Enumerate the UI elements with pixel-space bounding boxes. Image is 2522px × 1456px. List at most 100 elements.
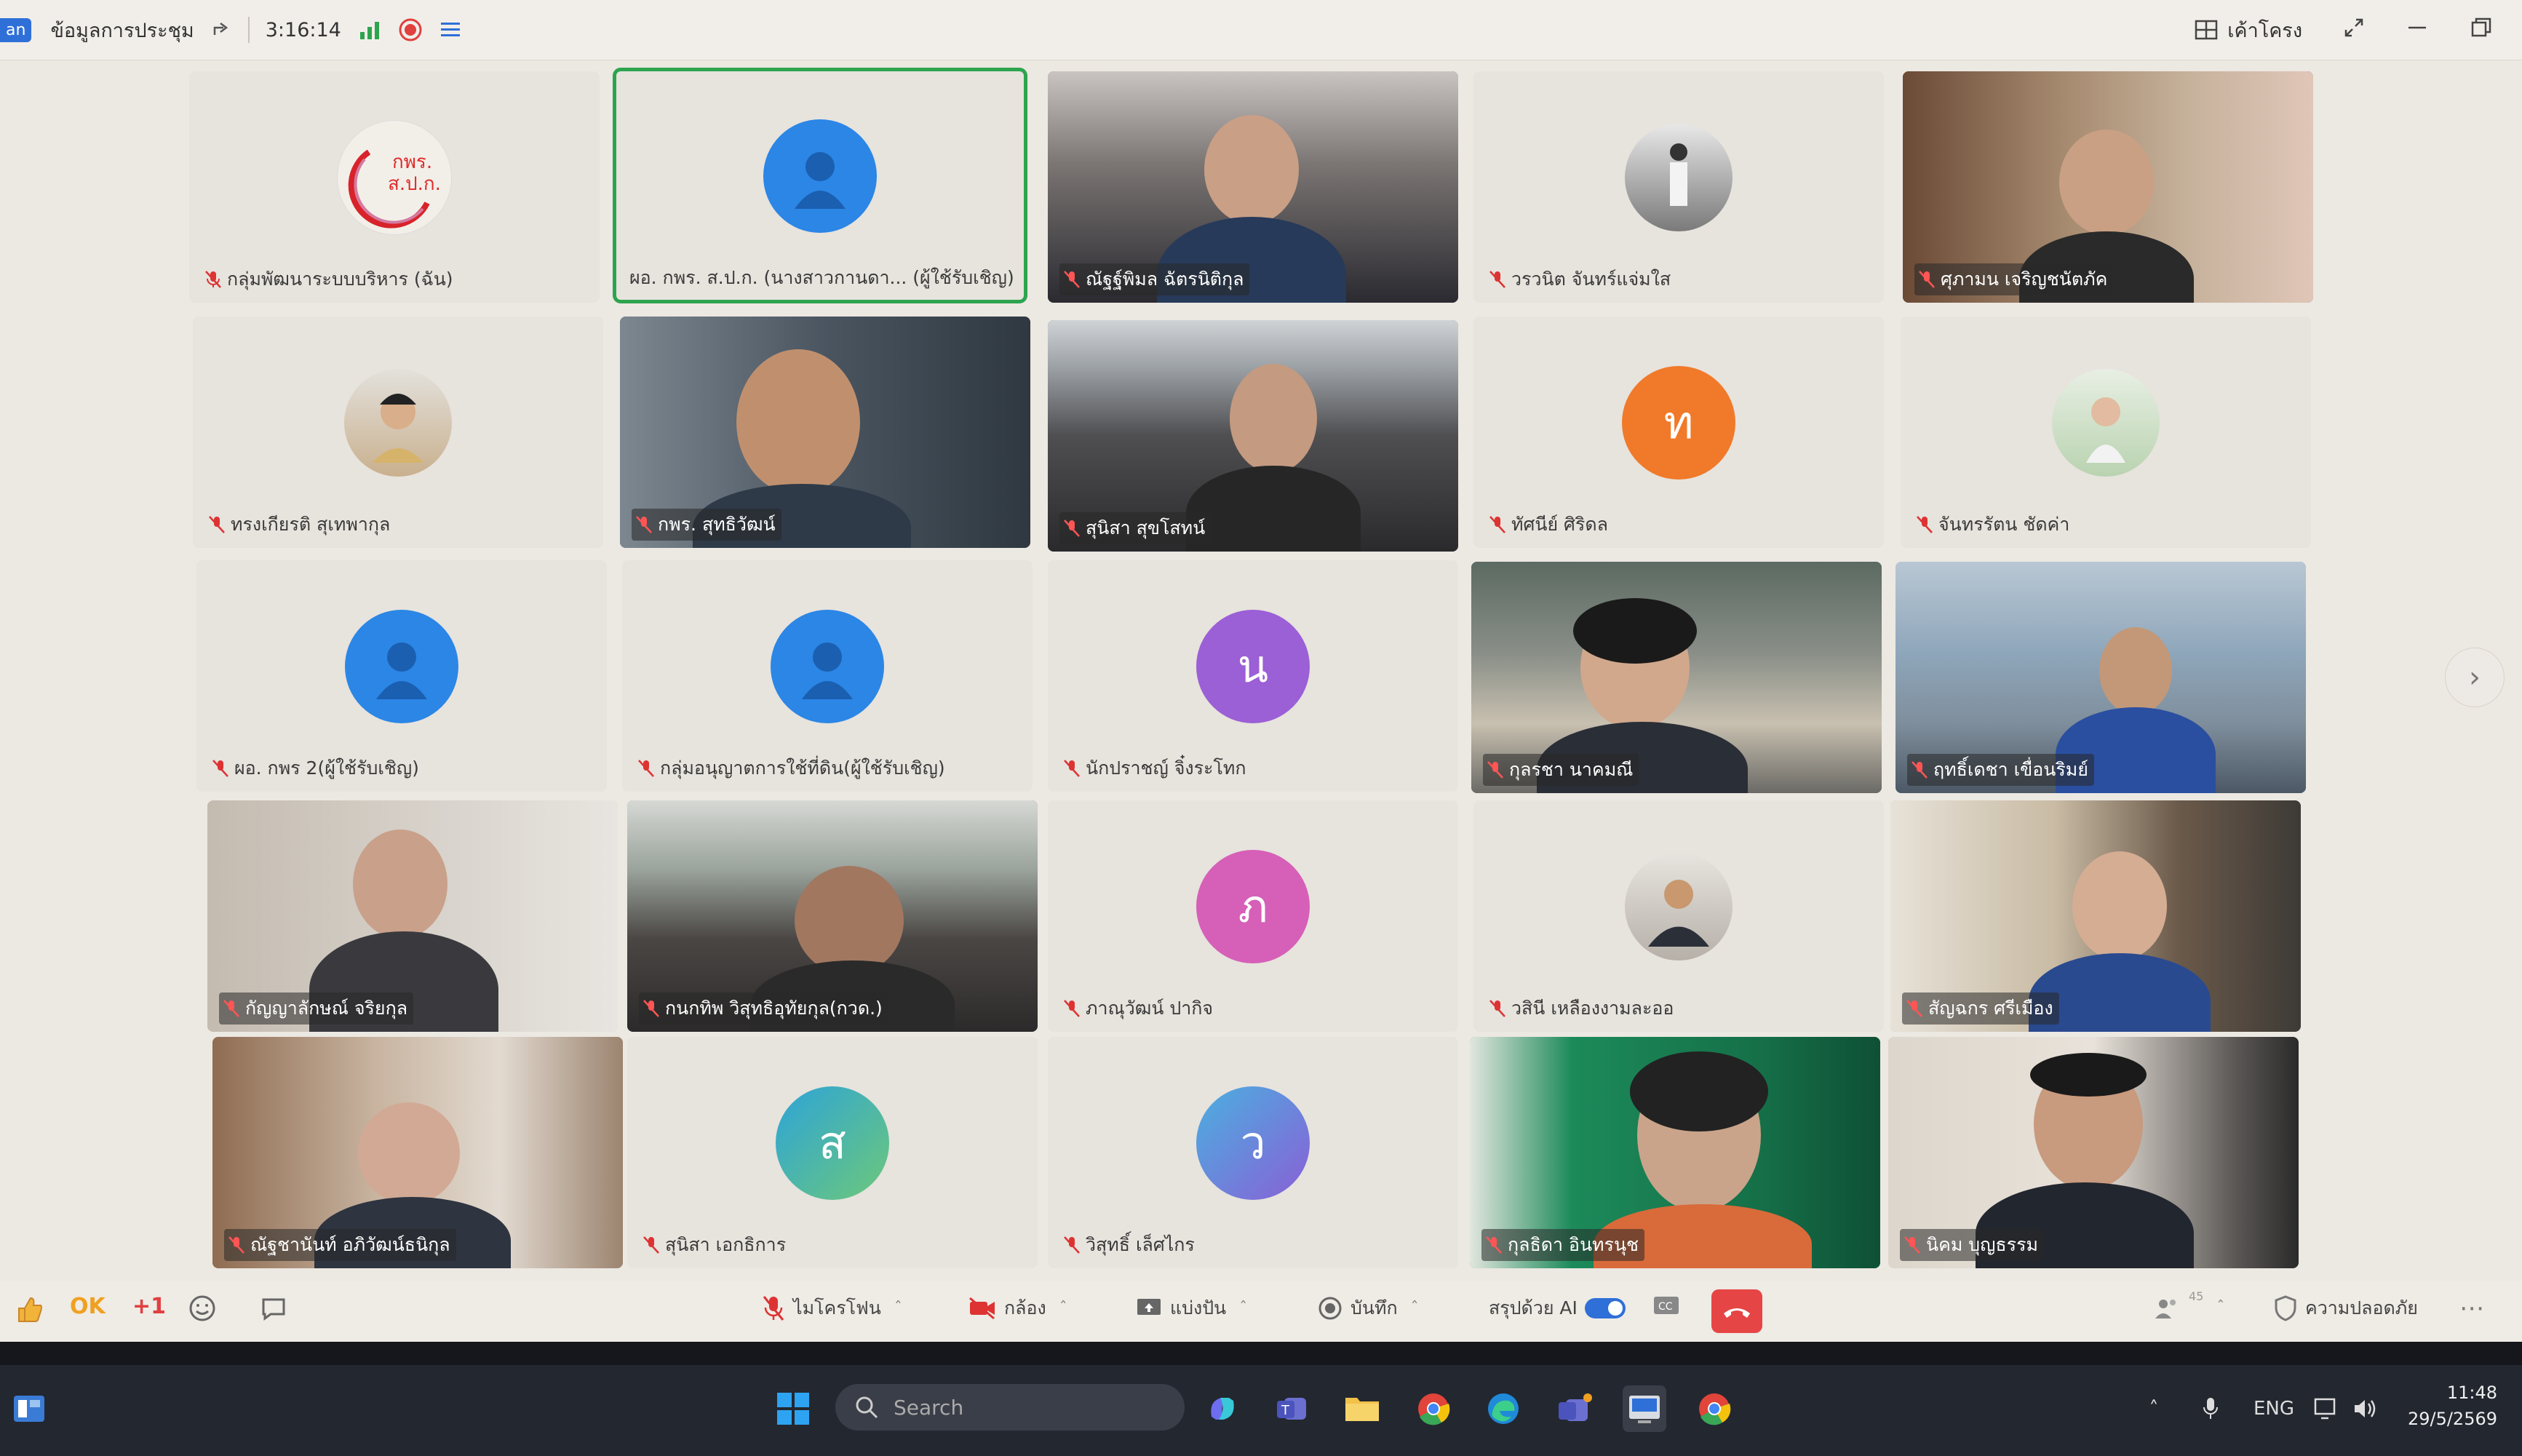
microphone-icon[interactable]: [2196, 1385, 2225, 1432]
participant-tile[interactable]: วรวนิต จันทร์แจ่มใส: [1473, 71, 1884, 303]
monitor-bezel: [0, 1342, 2522, 1365]
chrome-profile-icon[interactable]: [1692, 1385, 1736, 1432]
participant-name: กุลรชา นาคมณี: [1483, 754, 1639, 786]
taskbar-search-box[interactable]: Search: [835, 1384, 1185, 1431]
network-icon[interactable]: [2312, 1385, 2342, 1432]
record-label: บันทึก: [1350, 1297, 1398, 1318]
organization-logo: กพร. ส.ป.ก.: [337, 120, 452, 236]
participant-tile[interactable]: จันทรรัตน ชัดค่า: [1901, 317, 2311, 548]
logo-text-1: กพร.: [392, 151, 432, 173]
more-options-icon[interactable]: ⋯: [2459, 1294, 2484, 1323]
participant-tile[interactable]: น นักปราชญ์ จิ๋งระโทก: [1048, 560, 1458, 792]
search-placeholder: Search: [894, 1395, 964, 1420]
video-grid: กพร. ส.ป.ก. กลุ่มพัฒนาระบบบริหาร (ฉัน) ผ…: [0, 0, 2522, 1281]
participant-tile[interactable]: กัญญาลักษณ์ จริยกุล: [207, 800, 618, 1032]
chevron-up-icon[interactable]: ˆ: [894, 1300, 902, 1318]
windows-start-icon[interactable]: [771, 1385, 815, 1432]
muted-mic-icon: [1489, 516, 1505, 533]
end-call-button[interactable]: [1711, 1289, 1762, 1333]
participant-tile[interactable]: ท ทัศนีย์ ศิริดล: [1473, 317, 1884, 548]
participant-name: สัญฉกร ศรีเมือง: [1902, 992, 2059, 1025]
muted-mic-icon: [1912, 761, 1928, 779]
windows-taskbar: Search T ˄ ENG 11:48 29/5/2569: [0, 1365, 2522, 1456]
participant-name-text: กัญญาลักษณ์ จริยกุล: [245, 998, 408, 1019]
ai-summary-toggle[interactable]: สรุปด้วย AI: [1489, 1294, 1626, 1323]
participant-name-text: วสินี เหลืองงามละออ: [1511, 998, 1674, 1019]
microphone-button[interactable]: ไมโครโฟน ˆ: [761, 1294, 902, 1323]
thumbs-up-reaction-button[interactable]: [13, 1294, 45, 1326]
participant-tile[interactable]: นิคม บุญธรรม: [1888, 1037, 2299, 1268]
letter-avatar: น: [1196, 610, 1310, 724]
toggle-switch[interactable]: [1584, 1298, 1626, 1318]
svg-text:T: T: [1281, 1403, 1290, 1418]
participant-name: สุนิสา สุขโสทน์: [1059, 512, 1212, 544]
participant-tile[interactable]: วสินี เหลืองงามละออ: [1473, 800, 1884, 1032]
participant-name-text: กนกทิพ วิสุทธิอุทัยกุล(กวด.): [665, 998, 883, 1019]
participant-tile[interactable]: ทรงเกียรติ สุเทพากุล: [193, 317, 603, 548]
taskbar-clock[interactable]: 11:48 29/5/2569: [2408, 1380, 2497, 1432]
participant-tile[interactable]: กพร. ส.ป.ก. กลุ่มพัฒนาระบบบริหาร (ฉัน): [189, 71, 600, 303]
plus-one-reaction-button[interactable]: +1: [132, 1294, 166, 1319]
chevron-up-icon[interactable]: ˆ: [2216, 1299, 2224, 1317]
language-indicator[interactable]: ENG: [2248, 1385, 2299, 1432]
participant-tile[interactable]: กลุ่มอนุญาตการใช้ที่ดิน(ผู้ใช้รับเชิญ): [622, 560, 1033, 792]
chevron-up-icon[interactable]: ˆ: [1411, 1300, 1419, 1318]
participant-tile[interactable]: ฤทธิ์เดชา เขื่อนริมย์: [1896, 562, 2306, 793]
chevron-up-icon[interactable]: ˆ: [1059, 1300, 1067, 1318]
participant-tile[interactable]: กพร. สุทธิวัฒน์: [620, 317, 1030, 548]
participant-name: ทรงเกียรติ สุเทพากุล: [204, 509, 396, 541]
participant-name: กลุ่มพัฒนาระบบบริหาร (ฉัน): [201, 263, 459, 295]
edge-icon[interactable]: [1481, 1385, 1525, 1432]
muted-mic-icon: [1919, 271, 1935, 288]
participant-tile[interactable]: ผอ. กพร 2(ผู้ใช้รับเชิญ): [196, 560, 607, 792]
participant-tile[interactable]: กนกทิพ วิสุทธิอุทัยกุล(กวด.): [627, 800, 1038, 1032]
closed-captions-icon: CC: [1654, 1297, 1679, 1314]
share-screen-button[interactable]: แบ่งปัน ˆ: [1135, 1294, 1247, 1323]
participant-name: ทัศนีย์ ศิริดล: [1485, 509, 1614, 541]
chrome-icon[interactable]: [1412, 1385, 1455, 1432]
participant-name: ณัฐฐ์พิมล ฉัตรนิติกุล: [1059, 263, 1250, 295]
participant-name: ฤทธิ์เดชา เขื่อนริมย์: [1907, 754, 2094, 786]
copilot-icon[interactable]: [1201, 1385, 1244, 1432]
muted-mic-icon: [1064, 1000, 1080, 1017]
participant-tile[interactable]: สัญฉกร ศรีเมือง: [1890, 800, 2301, 1032]
next-page-chevron-icon[interactable]: ›: [2445, 648, 2505, 707]
search-icon: [856, 1396, 878, 1419]
letter-avatar: ท: [1622, 366, 1735, 480]
participant-name-text: ณัฐชานันท์ อภิวัฒน์ธนิกุล: [250, 1234, 450, 1255]
participant-tile[interactable]: ณัฐชานันท์ อภิวัฒน์ธนิกุล: [212, 1037, 623, 1268]
active-app-icon[interactable]: [1623, 1385, 1666, 1432]
letter-avatar: ส: [776, 1086, 889, 1201]
security-button[interactable]: ความปลอดภัย: [2273, 1294, 2418, 1323]
teams-icon[interactable]: T: [1270, 1385, 1314, 1432]
file-explorer-icon[interactable]: [1340, 1385, 1384, 1432]
muted-mic-icon: [1489, 1000, 1505, 1017]
participant-tile[interactable]: กุลรชา นาคมณี: [1471, 562, 1882, 793]
participant-tile[interactable]: สุนิสา สุขโสทน์: [1048, 320, 1458, 552]
muted-mic-icon: [223, 1000, 239, 1017]
participant-name: กพร. สุทธิวัฒน์: [632, 509, 781, 541]
participant-name: ณัฐชานันท์ อภิวัฒน์ธนิกุล: [224, 1229, 456, 1261]
chevron-up-icon[interactable]: ˄: [2139, 1385, 2168, 1432]
participant-tile-active-speaker[interactable]: ผอ. กพร. ส.ป.ก. (นางสาวกานดา... (ผู้ใช้ร…: [613, 68, 1027, 303]
participant-tile[interactable]: กุลธิดา อินทรนุช: [1470, 1037, 1880, 1268]
muted-mic-icon: [1064, 271, 1080, 288]
participant-tile[interactable]: ว วิสุทธิ์ เล็ศไกร: [1048, 1037, 1458, 1268]
teams-notification-icon[interactable]: [1553, 1385, 1596, 1432]
chevron-up-icon[interactable]: ˆ: [1239, 1300, 1247, 1318]
ok-reaction-button[interactable]: OK: [70, 1294, 106, 1319]
participant-name: จันทรรัตน ชัดค่า: [1912, 509, 2075, 541]
record-button[interactable]: บันทึก ˆ: [1317, 1294, 1419, 1323]
chat-button[interactable]: [259, 1294, 288, 1323]
camera-button[interactable]: กล้อง ˆ: [968, 1294, 1067, 1323]
participant-name-text: สัญฉกร ศรีเมือง: [1928, 998, 2053, 1019]
participant-tile[interactable]: ณัฐฐ์พิมล ฉัตรนิติกุล: [1048, 71, 1458, 303]
captions-button[interactable]: CC: [1652, 1294, 1681, 1317]
widgets-icon[interactable]: [7, 1385, 51, 1432]
participant-tile[interactable]: ส สุนิสา เอกธิการ: [627, 1037, 1038, 1268]
emoji-button[interactable]: [188, 1294, 217, 1323]
participant-tile[interactable]: ภ ภาณุวัฒน์ ปากิจ: [1048, 800, 1458, 1032]
participant-tile[interactable]: ศุภามน เจริญชนัตภัค: [1903, 71, 2313, 303]
volume-icon[interactable]: [2352, 1385, 2381, 1432]
participants-button[interactable]: 45 ˆ: [2152, 1289, 2224, 1321]
